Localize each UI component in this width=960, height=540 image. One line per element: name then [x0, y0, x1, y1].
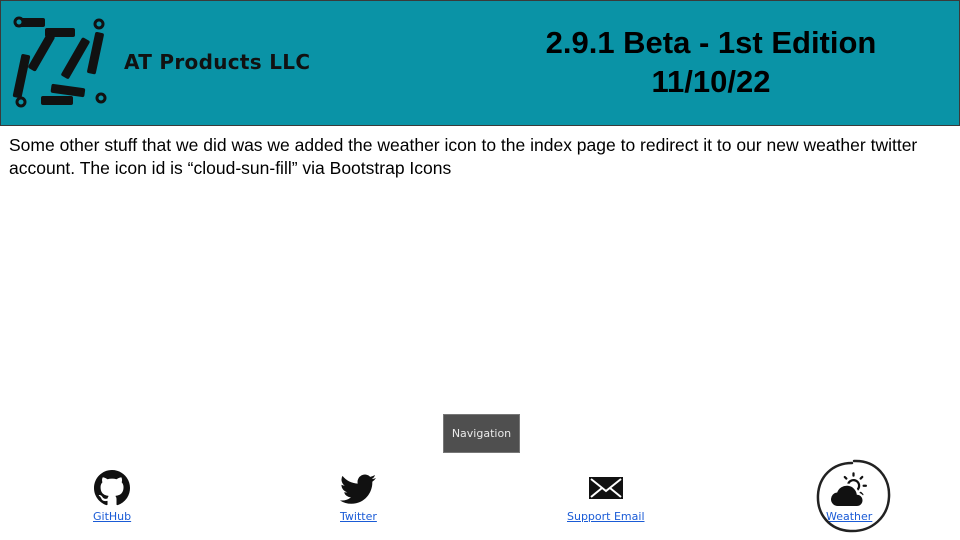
github-link-label[interactable]: GitHub	[93, 510, 131, 523]
header-banner: AT Products LLC 2.9.1 Beta - 1st Edition…	[0, 0, 960, 126]
twitter-link-label[interactable]: Twitter	[340, 510, 377, 523]
company-logo-icon	[12, 16, 107, 108]
support-email-link[interactable]: Support Email	[567, 470, 645, 523]
company-name: AT Products LLC	[124, 50, 311, 74]
title-date: 11/10/22	[651, 64, 771, 99]
description-text: Some other stuff that we did was we adde…	[9, 135, 918, 178]
navigation-button[interactable]: Navigation	[443, 414, 520, 453]
support-email-link-label[interactable]: Support Email	[567, 510, 645, 523]
twitter-link[interactable]: Twitter	[340, 470, 377, 523]
page-title: 2.9.1 Beta - 1st Edition 11/10/22	[491, 23, 931, 101]
github-link[interactable]: GitHub	[93, 470, 131, 523]
title-version: 2.9.1 Beta - 1st Edition	[545, 25, 877, 60]
hand-drawn-circle-annotation	[816, 459, 891, 533]
envelope-icon	[588, 477, 623, 499]
github-icon	[94, 470, 131, 506]
twitter-icon	[340, 474, 377, 504]
